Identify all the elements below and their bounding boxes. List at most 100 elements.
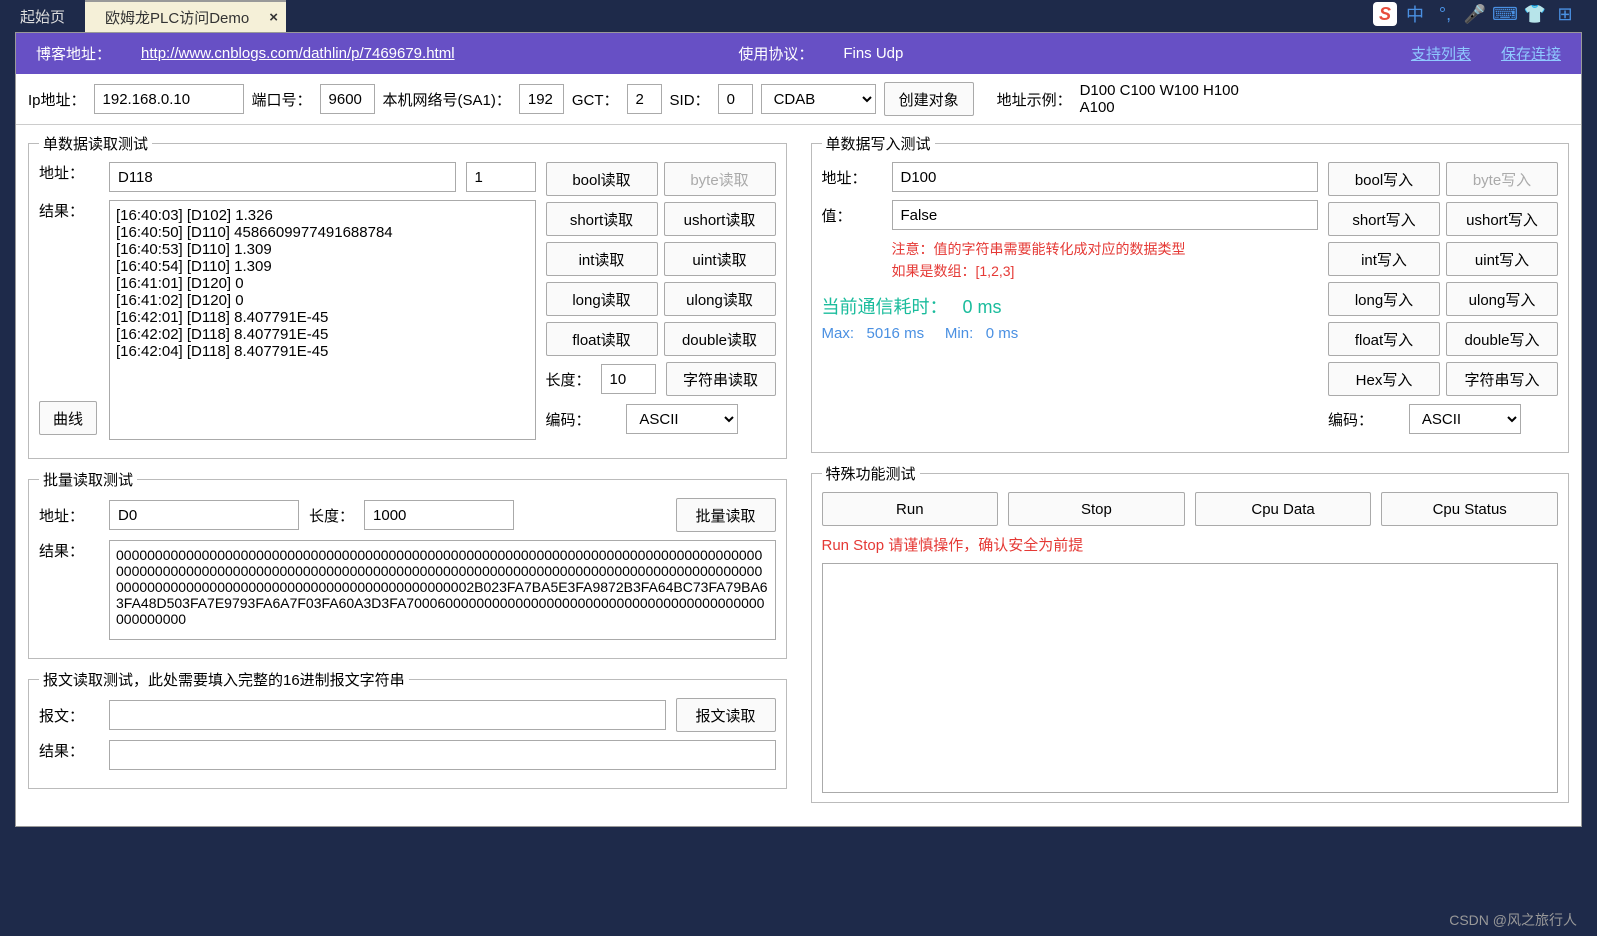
int-read-button[interactable]: int读取: [546, 242, 658, 276]
read-addr-input[interactable]: [109, 162, 456, 192]
sid-input[interactable]: [718, 84, 753, 114]
connection-row: Ip地址： 端口号： 本机网络号(SA1)： GCT： SID： CDAB 创建…: [16, 74, 1581, 125]
msg-result-label: 结果：: [39, 740, 99, 761]
special-output-textarea[interactable]: [822, 563, 1559, 793]
ushort-read-button[interactable]: ushort读取: [664, 202, 776, 236]
close-icon[interactable]: ×: [269, 9, 278, 26]
long-write-button[interactable]: long写入: [1328, 282, 1440, 316]
tab-start[interactable]: 起始页: [0, 0, 85, 32]
float-write-button[interactable]: float写入: [1328, 322, 1440, 356]
protocol-label: 使用协议：: [738, 43, 813, 64]
write-enc-label: 编码：: [1328, 409, 1373, 430]
gct-input[interactable]: [627, 84, 662, 114]
ime-toolbox-icon[interactable]: ⊞: [1553, 2, 1577, 26]
ime-punct-icon[interactable]: °,: [1433, 2, 1457, 26]
read-addr-label: 地址：: [39, 162, 99, 183]
read-result-label: 结果：: [39, 200, 99, 221]
watermark: CSDN @风之旅行人: [1449, 910, 1577, 930]
write-val-label: 值：: [822, 205, 882, 226]
comm-max-value: 5016 ms: [867, 325, 925, 342]
comm-max-label: Max:: [822, 325, 855, 342]
read-enc-label: 编码：: [546, 409, 591, 430]
special-fn-fieldset: 特殊功能测试 Run Stop Cpu Data Cpu Status Run …: [811, 463, 1570, 803]
batch-read-legend: 批量读取测试: [39, 469, 137, 490]
ulong-write-button[interactable]: ulong写入: [1446, 282, 1558, 316]
write-addr-input[interactable]: [892, 162, 1319, 192]
bool-write-button[interactable]: bool写入: [1328, 162, 1440, 196]
addr-sample-label: 地址示例：: [997, 89, 1072, 110]
byte-write-button: byte写入: [1446, 162, 1558, 196]
sid-label: SID：: [670, 89, 710, 110]
msg-read-button[interactable]: 报文读取: [676, 698, 776, 732]
gct-label: GCT：: [572, 89, 619, 110]
ime-lang-icon[interactable]: 中: [1403, 2, 1427, 26]
ushort-write-button[interactable]: ushort写入: [1446, 202, 1558, 236]
short-write-button[interactable]: short写入: [1328, 202, 1440, 236]
msg-label: 报文：: [39, 705, 99, 726]
cpu-status-button[interactable]: Cpu Status: [1381, 492, 1558, 526]
float-read-button[interactable]: float读取: [546, 322, 658, 356]
batch-result-textarea[interactable]: 0000000000000000000000000000000000000000…: [109, 540, 776, 640]
ime-skin-icon[interactable]: 👕: [1523, 2, 1547, 26]
comm-min-label: Min:: [945, 325, 973, 342]
ime-logo-icon[interactable]: S: [1373, 2, 1397, 26]
bool-read-button[interactable]: bool读取: [546, 162, 658, 196]
double-write-button[interactable]: double写入: [1446, 322, 1558, 356]
special-fn-legend: 特殊功能测试: [822, 463, 920, 484]
read-enc-select[interactable]: ASCII: [626, 404, 738, 434]
batch-len-input[interactable]: [364, 500, 514, 530]
batch-read-button[interactable]: 批量读取: [676, 498, 776, 532]
header-bar: 博客地址： http://www.cnblogs.com/dathlin/p/7…: [16, 33, 1581, 74]
single-read-fieldset: 单数据读取测试 地址： 结果： 曲线 [1: [28, 133, 787, 459]
batch-addr-input[interactable]: [109, 500, 299, 530]
int-write-button[interactable]: int写入: [1328, 242, 1440, 276]
blog-link[interactable]: http://www.cnblogs.com/dathlin/p/7469679…: [141, 45, 455, 62]
uint-write-button[interactable]: uint写入: [1446, 242, 1558, 276]
uint-read-button[interactable]: uint读取: [664, 242, 776, 276]
batch-addr-label: 地址：: [39, 505, 99, 526]
curve-button[interactable]: 曲线: [39, 401, 97, 435]
save-conn-link[interactable]: 保存连接: [1501, 43, 1561, 64]
long-read-button[interactable]: long读取: [546, 282, 658, 316]
addr-sample-value: D100 C100 W100 H100 A100: [1080, 82, 1260, 116]
read-count-input[interactable]: [466, 162, 536, 192]
support-link[interactable]: 支持列表: [1411, 43, 1471, 64]
batch-len-label: 长度：: [309, 505, 354, 526]
port-label: 端口号：: [252, 89, 312, 110]
ime-toolbar: S 中 °, 🎤 ⌨ 👕 ⊞: [1373, 2, 1577, 26]
write-addr-label: 地址：: [822, 167, 882, 188]
ulong-read-button[interactable]: ulong读取: [664, 282, 776, 316]
byte-order-select[interactable]: CDAB: [761, 84, 876, 114]
msg-input[interactable]: [109, 700, 666, 730]
ime-keyboard-icon[interactable]: ⌨: [1493, 2, 1517, 26]
msg-read-fieldset: 报文读取测试，此处需要填入完整的16进制报文字符串 报文： 报文读取 结果：: [28, 669, 787, 789]
msg-result-textarea[interactable]: [109, 740, 776, 770]
msg-read-legend: 报文读取测试，此处需要填入完整的16进制报文字符串: [39, 669, 409, 690]
double-read-button[interactable]: double读取: [664, 322, 776, 356]
ip-input[interactable]: [94, 84, 244, 114]
hex-write-button[interactable]: Hex写入: [1328, 362, 1440, 396]
ime-mic-icon[interactable]: 🎤: [1463, 2, 1487, 26]
tab-active-label: 欧姆龙PLC访问Demo: [105, 7, 249, 28]
string-write-button[interactable]: 字符串写入: [1446, 362, 1558, 396]
write-val-input[interactable]: [892, 200, 1319, 230]
create-object-button[interactable]: 创建对象: [884, 82, 974, 116]
read-log-textarea[interactable]: [16:40:03] [D102] 1.326 [16:40:50] [D110…: [109, 200, 536, 440]
batch-result-label: 结果：: [39, 540, 99, 561]
read-len-input[interactable]: [601, 364, 656, 394]
single-read-legend: 单数据读取测试: [39, 133, 152, 154]
comm-time-value: 0 ms: [963, 297, 1002, 317]
tab-active[interactable]: 欧姆龙PLC访问Demo ×: [85, 0, 286, 32]
special-warn: Run Stop 请谨慎操作，确认安全为前提: [822, 534, 1559, 555]
comm-time-label: 当前通信耗时：: [822, 297, 948, 317]
sa1-input[interactable]: [519, 84, 564, 114]
string-read-button[interactable]: 字符串读取: [666, 362, 776, 396]
comm-min-value: 0 ms: [986, 325, 1019, 342]
tab-start-label: 起始页: [20, 6, 65, 27]
short-read-button[interactable]: short读取: [546, 202, 658, 236]
stop-button[interactable]: Stop: [1008, 492, 1185, 526]
run-button[interactable]: Run: [822, 492, 999, 526]
write-enc-select[interactable]: ASCII: [1409, 404, 1521, 434]
port-input[interactable]: [320, 84, 375, 114]
cpu-data-button[interactable]: Cpu Data: [1195, 492, 1372, 526]
